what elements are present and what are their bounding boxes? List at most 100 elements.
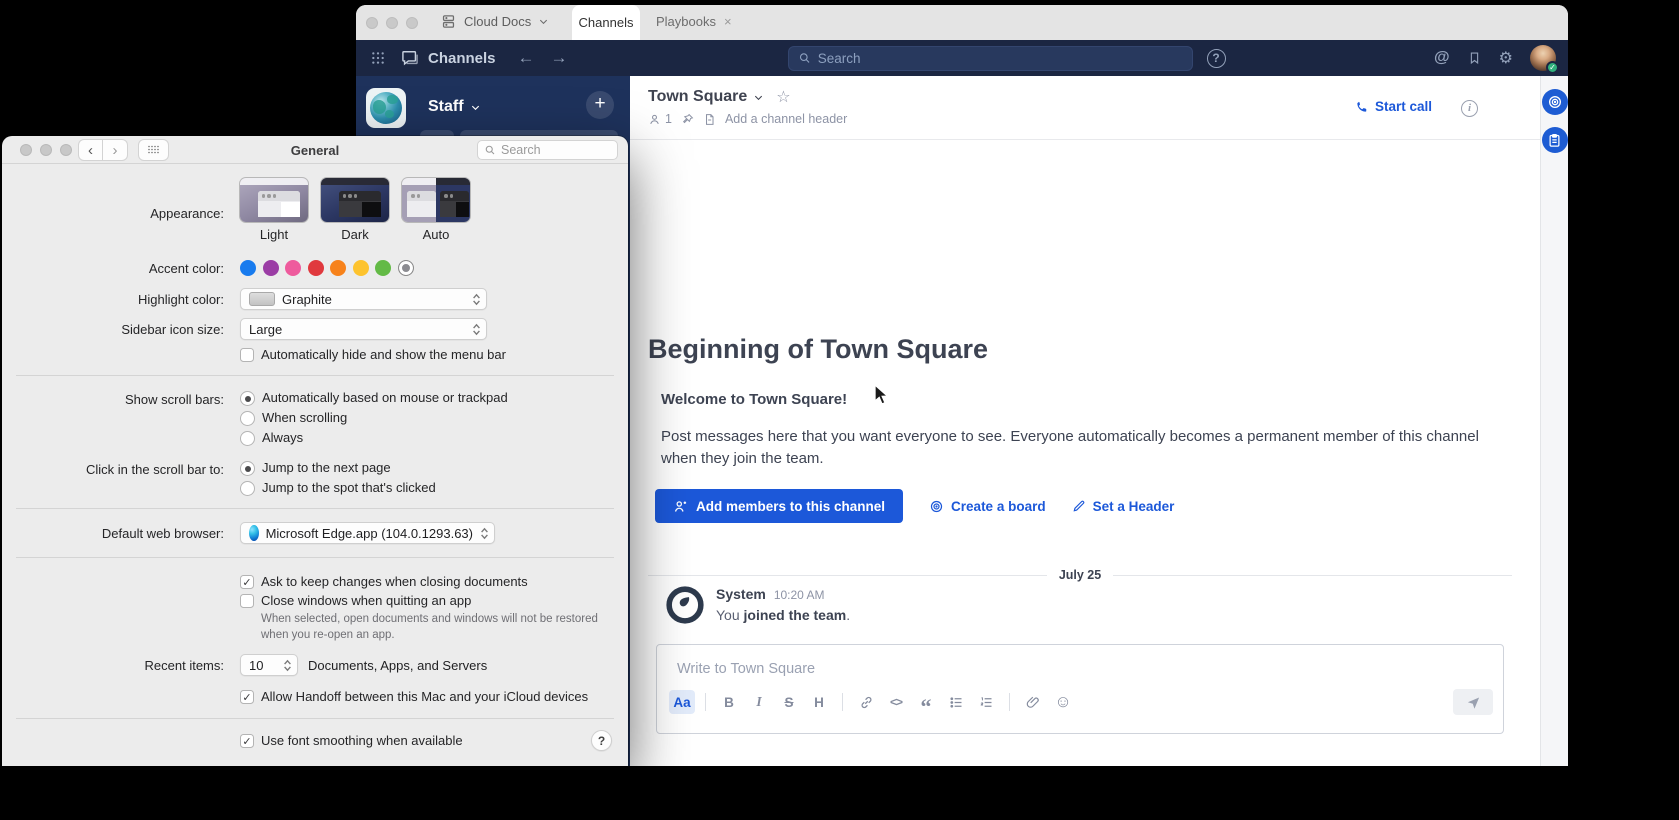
help-icon[interactable]: ? bbox=[1207, 49, 1226, 68]
handoff-checkbox-row[interactable]: ✓ Allow Handoff between this Mac and you… bbox=[240, 689, 588, 704]
server-selector[interactable]: Cloud Docs bbox=[440, 13, 549, 30]
highlight-color-label: Highlight color: bbox=[2, 292, 232, 307]
scrollbars-radio-always[interactable]: Always bbox=[240, 430, 508, 446]
recent-items-stepper[interactable]: 10 bbox=[240, 654, 298, 676]
history-back-icon[interactable]: ← bbox=[518, 48, 535, 68]
accent-pink[interactable] bbox=[285, 260, 301, 276]
select-chevrons-icon bbox=[480, 527, 489, 540]
sidebar-icon-size-select[interactable]: Large bbox=[240, 318, 487, 340]
products-grid-icon[interactable] bbox=[370, 50, 386, 66]
team-menu[interactable]: Staff bbox=[428, 98, 481, 116]
radio-selected[interactable] bbox=[240, 461, 255, 476]
link-button[interactable] bbox=[853, 690, 879, 714]
checkbox-unchecked[interactable] bbox=[240, 594, 254, 608]
scrollbars-radio-auto[interactable]: Automatically based on mouse or trackpad bbox=[240, 390, 508, 406]
mentions-icon[interactable]: @ bbox=[1434, 49, 1450, 67]
prefs-search-field[interactable] bbox=[477, 140, 618, 160]
accent-red[interactable] bbox=[308, 260, 324, 276]
favorite-star-icon[interactable]: ☆ bbox=[776, 87, 790, 107]
attachment-button[interactable] bbox=[1020, 690, 1046, 714]
add-channels-button[interactable]: + bbox=[586, 91, 614, 119]
section-divider bbox=[16, 375, 614, 376]
add-members-button[interactable]: Add members to this channel bbox=[655, 489, 903, 523]
channel-name-menu[interactable]: Town Square ☆ bbox=[648, 87, 791, 107]
browser-select[interactable]: Microsoft Edge.app (104.0.1293.63) bbox=[240, 522, 495, 544]
menubar-checkbox-row[interactable]: Automatically hide and show the menu bar bbox=[240, 347, 506, 362]
bold-button[interactable]: B bbox=[716, 690, 742, 714]
settings-gear-icon[interactable]: ⚙ bbox=[1499, 48, 1513, 68]
scroll-click-radio-spot[interactable]: Jump to the spot that's clicked bbox=[240, 480, 436, 496]
channel-intro-heading: Beginning of Town Square bbox=[648, 334, 988, 365]
code-button[interactable]: <> bbox=[883, 690, 909, 714]
tab-playbooks[interactable]: Playbooks × bbox=[656, 14, 732, 29]
message-author[interactable]: System bbox=[716, 586, 766, 602]
checkbox-checked[interactable]: ✓ bbox=[240, 690, 254, 704]
message-input[interactable] bbox=[657, 645, 1503, 683]
team-icon[interactable] bbox=[366, 88, 406, 128]
accent-green[interactable] bbox=[375, 260, 391, 276]
numbered-list-button[interactable] bbox=[973, 690, 999, 714]
accent-yellow[interactable] bbox=[353, 260, 369, 276]
channel-info-icon[interactable]: i bbox=[1461, 100, 1478, 117]
phone-icon bbox=[1355, 100, 1369, 114]
accent-graphite-selected[interactable] bbox=[398, 260, 414, 276]
history-forward-icon[interactable]: → bbox=[551, 48, 568, 68]
highlight-color-select[interactable]: Graphite bbox=[240, 288, 487, 310]
scrollbars-radio-when-scrolling[interactable]: When scrolling bbox=[240, 410, 508, 426]
message-text: You bbox=[716, 607, 744, 623]
playbooks-app-icon[interactable] bbox=[1542, 127, 1568, 153]
heading-button[interactable]: H bbox=[806, 690, 832, 714]
boards-app-icon[interactable] bbox=[1542, 89, 1568, 115]
user-avatar[interactable]: ✓ bbox=[1530, 45, 1556, 71]
help-button[interactable]: ? bbox=[591, 730, 612, 751]
checkbox-unchecked[interactable] bbox=[240, 348, 254, 362]
prefs-search-input[interactable] bbox=[501, 143, 611, 157]
close-windows-checkbox-row[interactable]: Close windows when quitting an app bbox=[240, 593, 606, 608]
graphite-swatch bbox=[249, 292, 275, 306]
format-toggle-button[interactable]: Aa bbox=[669, 690, 695, 714]
saved-posts-icon[interactable] bbox=[1467, 50, 1482, 66]
send-message-button[interactable] bbox=[1453, 689, 1493, 715]
radio-selected[interactable] bbox=[240, 391, 255, 406]
toolbar-divider bbox=[705, 693, 706, 711]
checkbox-checked[interactable]: ✓ bbox=[240, 575, 254, 589]
date-divider-label[interactable]: July 25 bbox=[1047, 568, 1113, 582]
bulleted-list-button[interactable] bbox=[943, 690, 969, 714]
font-smoothing-row: ✓ Use font smoothing when available bbox=[2, 733, 628, 752]
start-call-button[interactable]: Start call bbox=[1355, 99, 1432, 114]
appearance-option-auto[interactable]: Auto bbox=[402, 178, 470, 242]
appearance-option-light[interactable]: Light bbox=[240, 178, 308, 242]
create-board-button[interactable]: Create a board bbox=[929, 499, 1046, 514]
appearance-label: Appearance: bbox=[2, 178, 232, 221]
scrollbars-label: Show scroll bars: bbox=[2, 390, 232, 407]
checkbox-checked[interactable]: ✓ bbox=[240, 734, 254, 748]
font-smoothing-checkbox-row[interactable]: ✓ Use font smoothing when available bbox=[240, 733, 463, 748]
search-input[interactable] bbox=[818, 51, 1183, 66]
channel-files-icon[interactable] bbox=[703, 113, 716, 126]
accent-purple[interactable] bbox=[263, 260, 279, 276]
radio-unselected[interactable] bbox=[240, 411, 255, 426]
add-channel-header-link[interactable]: Add a channel header bbox=[725, 112, 847, 126]
minimize-window-button[interactable] bbox=[386, 17, 398, 29]
handoff-label: Allow Handoff between this Mac and your … bbox=[261, 689, 588, 704]
tab-channels[interactable]: Channels bbox=[572, 5, 640, 40]
ask-keep-changes-checkbox-row[interactable]: ✓ Ask to keep changes when closing docum… bbox=[240, 574, 606, 589]
strikethrough-button[interactable]: S bbox=[776, 690, 802, 714]
emoji-button[interactable]: ☺ bbox=[1050, 690, 1076, 714]
accent-color-label: Accent color: bbox=[2, 261, 232, 276]
zoom-window-button[interactable] bbox=[406, 17, 418, 29]
scroll-click-radio-next-page[interactable]: Jump to the next page bbox=[240, 460, 436, 476]
global-search-box[interactable] bbox=[788, 46, 1193, 71]
italic-button[interactable]: I bbox=[746, 690, 772, 714]
radio-unselected[interactable] bbox=[240, 431, 255, 446]
accent-blue[interactable] bbox=[240, 260, 256, 276]
pinned-posts-icon[interactable] bbox=[681, 113, 694, 126]
set-header-button[interactable]: Set a Header bbox=[1072, 499, 1175, 514]
tab-close-icon[interactable]: × bbox=[724, 14, 732, 29]
member-count[interactable]: 1 bbox=[648, 112, 672, 126]
radio-unselected[interactable] bbox=[240, 481, 255, 496]
close-window-button[interactable] bbox=[366, 17, 378, 29]
accent-orange[interactable] bbox=[330, 260, 346, 276]
appearance-option-dark[interactable]: Dark bbox=[321, 178, 389, 242]
quote-button[interactable]: “ bbox=[913, 690, 939, 714]
